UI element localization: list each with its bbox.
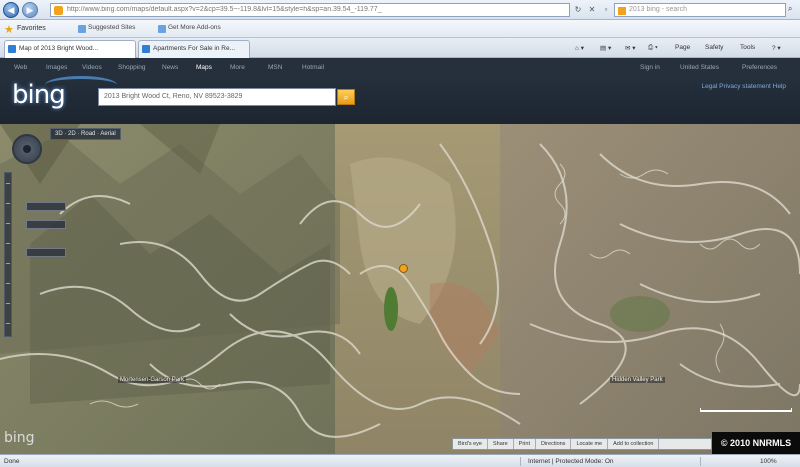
nav-more[interactable]: More bbox=[230, 64, 245, 71]
page-menu[interactable]: Page bbox=[675, 44, 690, 51]
nav-videos[interactable]: Videos bbox=[82, 64, 102, 71]
nav-preferences[interactable]: Preferences bbox=[742, 64, 777, 71]
location-pin-icon[interactable] bbox=[399, 264, 408, 273]
nav-shopping[interactable]: Shopping bbox=[118, 64, 145, 71]
search-provider-icon bbox=[618, 7, 626, 15]
bing-search-input[interactable]: 2013 Bright Wood Ct, Reno, NV 89523-3829 bbox=[98, 88, 336, 106]
map-bottom-toolbar: Bird's eye Share Print Directions Locate me A… bbox=[452, 438, 712, 450]
favorites-button[interactable]: Favorites bbox=[17, 25, 46, 32]
nav-sign-in[interactable]: Sign in bbox=[640, 64, 660, 71]
map-view-toolbar[interactable]: 3D · 2D · Road · Aerial bbox=[50, 128, 121, 140]
print-icon[interactable]: ⎙ ▾ bbox=[648, 44, 658, 52]
favorite-suggested-sites[interactable]: Suggested Sites bbox=[78, 24, 135, 35]
browser-search-input[interactable]: 2013 bing - search bbox=[614, 3, 786, 17]
bing-footer-links[interactable]: Legal Privacy statement Help bbox=[701, 83, 786, 90]
compat-view-icon[interactable]: ▫ bbox=[600, 4, 612, 16]
safety-menu[interactable]: Safety bbox=[705, 44, 723, 51]
status-text: Done bbox=[4, 458, 20, 465]
nav-maps[interactable]: Maps bbox=[196, 64, 212, 71]
share-button[interactable]: Share bbox=[488, 439, 514, 449]
compass-icon[interactable] bbox=[12, 134, 42, 164]
print-button[interactable]: Print bbox=[514, 439, 536, 449]
home-icon[interactable]: ⌂ ▾ bbox=[575, 44, 584, 52]
aerial-map[interactable]: 3D · 2D · Road · Aerial Mortensen-Garson… bbox=[0, 124, 800, 454]
browser-search-placeholder: 2013 bing - search bbox=[629, 6, 687, 13]
bing-nav: Web Images Videos Shopping News Maps Mor… bbox=[0, 58, 800, 78]
map-scale-bar bbox=[700, 408, 792, 412]
add-collection-button[interactable]: Add to collection bbox=[608, 439, 660, 449]
feeds-icon[interactable]: ▤ ▾ bbox=[600, 44, 611, 52]
nav-msn[interactable]: MSN bbox=[268, 64, 282, 71]
tab-bing-map[interactable]: Map of 2013 Bright Wood... bbox=[4, 40, 136, 58]
mail-icon[interactable]: ✉ ▾ bbox=[625, 44, 636, 52]
refresh-icon[interactable]: ↻ bbox=[572, 4, 584, 16]
locate-me-button[interactable]: Locate me bbox=[571, 439, 609, 449]
view-road-button[interactable]: Road bbox=[81, 131, 95, 137]
stop-icon[interactable]: ✕ bbox=[586, 4, 598, 16]
favorites-bar: ★ Favorites Suggested Sites Get More Add… bbox=[0, 20, 800, 38]
zoom-slider[interactable] bbox=[4, 172, 12, 337]
copyright-label: © 2010 NNRMLS bbox=[712, 432, 800, 454]
favorite-get-addons[interactable]: Get More Add-ons bbox=[158, 24, 221, 35]
bing-watermark: bing bbox=[4, 430, 35, 446]
bing-search-value: 2013 Bright Wood Ct, Reno, NV 89523-3829 bbox=[104, 93, 243, 100]
address-url: http://www.bing.com/maps/default.aspx?v=… bbox=[67, 6, 382, 13]
tools-menu[interactable]: Tools bbox=[740, 44, 755, 51]
place-label: Hidden Valley Park bbox=[610, 377, 665, 383]
map-control-box[interactable] bbox=[26, 220, 66, 229]
nav-news[interactable]: News bbox=[162, 64, 178, 71]
bing-logo[interactable]: bing bbox=[12, 80, 66, 110]
view-2d-button[interactable]: 2D bbox=[68, 131, 76, 137]
zoom-level[interactable]: 100% bbox=[760, 458, 777, 465]
help-icon[interactable]: ? ▾ bbox=[772, 44, 781, 52]
tab-command-row: Map of 2013 Bright Wood... Apartments Fo… bbox=[0, 38, 800, 58]
nav-hotmail[interactable]: Hotmail bbox=[302, 64, 324, 71]
view-aerial-button[interactable]: Aerial bbox=[100, 131, 115, 137]
birds-eye-button[interactable]: Bird's eye bbox=[453, 439, 488, 449]
nav-country[interactable]: United States bbox=[680, 64, 719, 71]
place-label: Mortensen-Garson Park bbox=[118, 377, 187, 383]
bing-search-button[interactable]: ⌕ bbox=[337, 89, 355, 105]
forward-button[interactable]: ▶ bbox=[22, 2, 38, 18]
back-button[interactable]: ◀ bbox=[3, 2, 19, 18]
tab-apartments[interactable]: Apartments For Sale in Re... bbox=[138, 40, 250, 58]
nav-web[interactable]: Web bbox=[14, 64, 27, 71]
site-favicon-icon bbox=[54, 6, 63, 15]
nav-images[interactable]: Images bbox=[46, 64, 67, 71]
view-3d-button[interactable]: 3D bbox=[55, 131, 63, 137]
favorites-star-icon[interactable]: ★ bbox=[4, 23, 14, 36]
security-zone[interactable]: Internet | Protected Mode: On bbox=[528, 458, 614, 465]
directions-button[interactable]: Directions bbox=[536, 439, 572, 449]
bing-header: Web Images Videos Shopping News Maps Mor… bbox=[0, 58, 800, 124]
map-imagery bbox=[0, 124, 800, 454]
search-icon[interactable]: ⌕ bbox=[788, 4, 798, 16]
address-field[interactable]: http://www.bing.com/maps/default.aspx?v=… bbox=[50, 3, 570, 17]
status-bar: Done Internet | Protected Mode: On 100% bbox=[0, 454, 800, 467]
address-bar-row: ◀ ▶ http://www.bing.com/maps/default.asp… bbox=[0, 0, 800, 20]
map-control-box[interactable] bbox=[26, 202, 66, 211]
map-control-box[interactable] bbox=[26, 248, 66, 257]
